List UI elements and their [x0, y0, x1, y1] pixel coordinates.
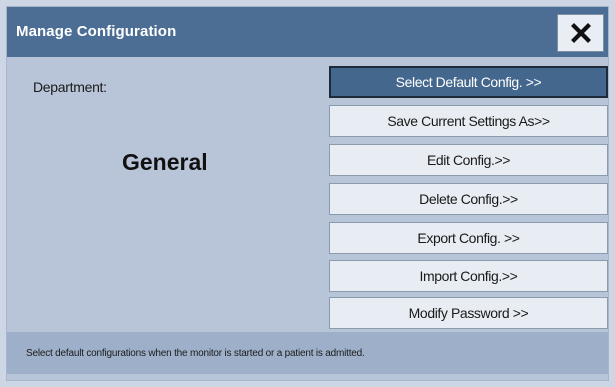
select-default-config-button[interactable]: Select Default Config. >>	[329, 66, 608, 98]
screen: Manage Configuration Department: General…	[0, 0, 615, 387]
manage-configuration-dialog: Manage Configuration Department: General…	[7, 7, 608, 380]
edit-config-button[interactable]: Edit Config.>>	[329, 144, 608, 176]
save-current-settings-button[interactable]: Save Current Settings As>>	[329, 105, 608, 137]
import-config-button[interactable]: Import Config.>>	[329, 260, 608, 292]
dialog-title: Manage Configuration	[16, 23, 177, 40]
department-value: General	[122, 149, 208, 175]
dialog-titlebar: Manage Configuration	[7, 7, 608, 57]
modify-password-button[interactable]: Modify Password >>	[329, 297, 608, 329]
department-label: Department:	[33, 79, 107, 95]
status-text: Select default configurations when the m…	[26, 347, 365, 359]
close-button[interactable]	[557, 14, 604, 52]
status-bar: Select default configurations when the m…	[7, 332, 608, 374]
delete-config-button[interactable]: Delete Config.>>	[329, 183, 608, 215]
export-config-button[interactable]: Export Config. >>	[329, 222, 608, 254]
close-icon	[570, 23, 591, 43]
